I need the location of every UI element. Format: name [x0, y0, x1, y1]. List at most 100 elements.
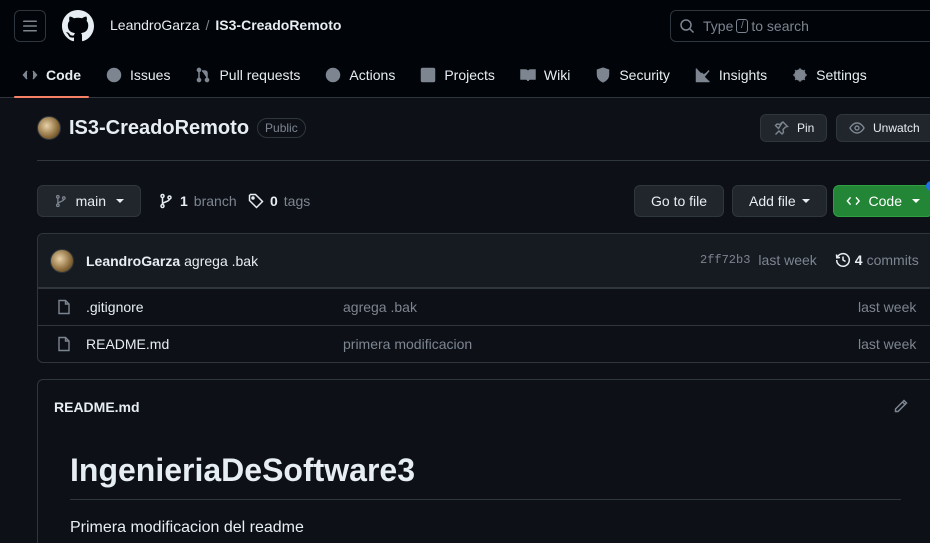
commit-meta: 2ff72b3 last week 4 commits	[700, 252, 919, 268]
tag-icon	[248, 193, 264, 209]
breadcrumb-owner-link[interactable]: LeandroGarza	[110, 17, 200, 33]
table-icon	[421, 67, 436, 83]
book-icon	[520, 69, 536, 82]
file-browser: LeandroGarza agrega .bak 2ff72b3 last we…	[37, 233, 930, 363]
commit-author-avatar[interactable]	[50, 248, 74, 273]
branch-select-button[interactable]: main	[37, 185, 141, 217]
file-commit-message-link[interactable]: agrega .bak	[343, 299, 417, 315]
shield-icon	[597, 67, 610, 83]
hamburger-menu-button[interactable]	[14, 10, 46, 42]
tab-label: Actions	[349, 67, 396, 83]
commit-author-link[interactable]: LeandroGarza	[86, 253, 180, 269]
branch-count-link[interactable]: 1 branch	[158, 193, 237, 209]
branch-icon	[160, 193, 172, 209]
tab-label: Insights	[718, 67, 768, 83]
commits-history-link[interactable]: 4 commits	[835, 252, 919, 268]
repo-name-link[interactable]: IS3-CreadoRemoto	[69, 117, 249, 140]
tab-label: Issues	[130, 67, 171, 83]
commit-sha-link[interactable]: 2ff72b3	[700, 253, 750, 267]
tab-actions[interactable]: Actions	[317, 56, 403, 94]
breadcrumb: LeandroGarza / IS3-CreadoRemoto	[110, 17, 341, 33]
code-icon	[846, 196, 861, 206]
chevron-down-icon	[912, 199, 920, 203]
tab-label: Wiki	[543, 67, 571, 83]
breadcrumb-repo-link[interactable]: IS3-CreadoRemoto	[215, 17, 341, 33]
add-file-button[interactable]: Add file	[732, 185, 827, 217]
search-input[interactable]: Type / to search	[670, 10, 930, 42]
gear-icon	[793, 68, 807, 82]
commit-time: last week	[758, 252, 817, 268]
search-placeholder-suffix: to search	[751, 18, 809, 34]
owner-avatar[interactable]	[37, 116, 61, 140]
tab-wiki[interactable]: Wiki	[512, 56, 578, 94]
global-header: LeandroGarza / IS3-CreadoRemoto Type / to …	[0, 0, 930, 98]
code-button-label: Code	[868, 193, 902, 209]
unwatch-label: Unwatch	[873, 121, 920, 135]
tab-settings[interactable]: Settings	[784, 56, 875, 94]
branch-name: main	[75, 193, 106, 209]
readme-filename[interactable]: README.md	[54, 399, 140, 415]
graph-icon	[695, 68, 710, 83]
play-icon	[326, 67, 341, 83]
readme-panel: README.md IngenieriaDeSoftware3 Primera …	[37, 379, 930, 543]
pin-label: Pin	[797, 121, 815, 135]
commit-message-link[interactable]: agrega .bak	[184, 253, 258, 269]
search-shortcut-key: /	[736, 19, 749, 33]
tab-security[interactable]: Security	[587, 56, 678, 94]
commit-word: commits	[866, 252, 919, 268]
search-icon	[680, 19, 695, 34]
branch-count: 1	[180, 193, 188, 209]
commit-count: 4	[854, 252, 863, 268]
tab-code[interactable]: Code	[14, 56, 89, 98]
branch-icon	[55, 194, 66, 208]
history-icon	[835, 252, 850, 267]
tab-projects[interactable]: Projects	[412, 56, 503, 94]
chevron-down-icon	[116, 199, 124, 203]
add-file-label: Add file	[749, 193, 796, 209]
tab-label: Security	[619, 67, 670, 83]
visibility-badge: Public	[257, 118, 306, 138]
go-to-file-button[interactable]: Go to file	[634, 185, 725, 217]
pin-icon	[774, 121, 789, 135]
unwatch-button[interactable]: Unwatch	[836, 114, 930, 142]
file-name-link[interactable]: README.md	[86, 336, 169, 352]
code-icon	[22, 70, 38, 80]
pencil-icon[interactable]	[893, 398, 909, 414]
file-commit-time: last week	[858, 336, 917, 352]
latest-commit-bar: LeandroGarza agrega .bak 2ff72b3 last we…	[38, 234, 930, 288]
tab-issues[interactable]: Issues	[98, 56, 178, 94]
tab-pull-requests[interactable]: Pull requests	[187, 56, 308, 94]
menu-icon	[23, 20, 37, 32]
go-to-file-label: Go to file	[651, 193, 708, 209]
tab-label: Code	[46, 67, 81, 83]
readme-heading: IngenieriaDeSoftware3	[70, 452, 901, 500]
readme-body-text: Primera modificacion del readme	[70, 519, 304, 536]
repo-nav-tabs: Code Issues Pull requests Actions Projec…	[14, 56, 884, 98]
pin-button[interactable]: Pin	[760, 114, 828, 142]
file-commit-message-link[interactable]: primera modificacion	[343, 336, 472, 352]
chevron-down-icon	[801, 199, 810, 203]
github-logo-icon[interactable]	[62, 10, 94, 42]
tag-word: tags	[283, 193, 311, 209]
code-dropdown-button[interactable]: Code	[833, 185, 930, 217]
file-row[interactable]: README.md primera modificacion last week	[38, 325, 930, 362]
eye-icon	[849, 122, 865, 134]
tab-label: Pull requests	[219, 67, 301, 83]
repo-title-row: IS3-CreadoRemoto Public	[37, 116, 306, 140]
tab-insights[interactable]: Insights	[687, 56, 775, 94]
file-name-link[interactable]: .gitignore	[86, 299, 144, 315]
tag-count: 0	[270, 193, 278, 209]
issue-icon	[106, 67, 122, 83]
breadcrumb-separator: /	[205, 17, 210, 33]
tag-count-link[interactable]: 0 tags	[248, 193, 310, 209]
pull-request-icon	[197, 67, 210, 83]
file-row[interactable]: .gitignore agrega .bak last week	[38, 288, 930, 325]
file-icon	[58, 336, 70, 352]
file-icon	[58, 299, 70, 315]
file-commit-time: last week	[858, 299, 917, 315]
search-placeholder-prefix: Type	[703, 18, 734, 34]
branch-word: branch	[193, 193, 237, 209]
tab-label: Settings	[816, 67, 867, 83]
header-divider	[37, 160, 930, 161]
tab-label: Projects	[444, 67, 495, 83]
